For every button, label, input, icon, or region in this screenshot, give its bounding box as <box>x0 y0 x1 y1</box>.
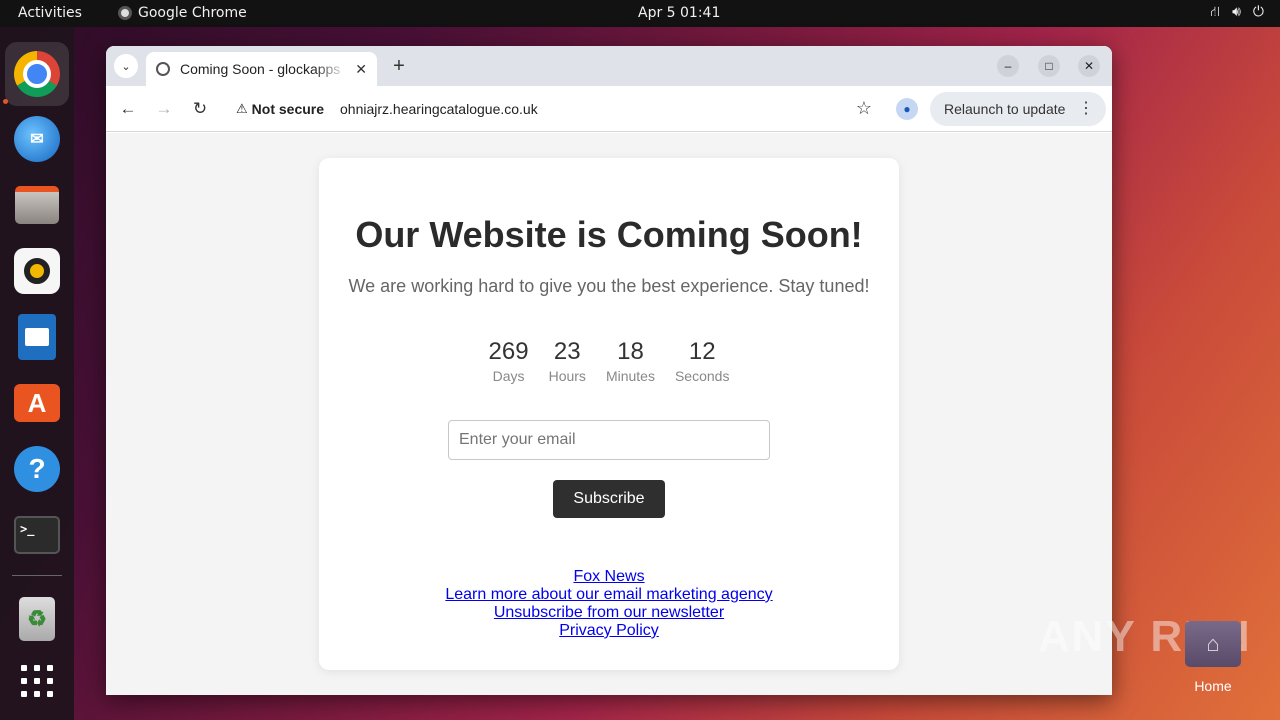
back-button[interactable]: ← <box>116 97 140 121</box>
help-icon: ? <box>14 446 60 492</box>
writer-icon <box>18 314 56 360</box>
trash-icon: ♻ <box>19 597 55 641</box>
new-tab-button[interactable]: + <box>387 54 411 78</box>
clock[interactable]: Apr 5 01:41 <box>638 5 720 21</box>
close-window-button[interactable]: ✕ <box>1078 55 1100 77</box>
show-apps-button[interactable] <box>5 649 69 713</box>
reload-icon: ↻ <box>192 99 208 118</box>
agency-link[interactable]: Learn more about our email marketing age… <box>445 586 772 604</box>
page-subtitle: We are working hard to give you the best… <box>348 276 870 296</box>
footer-links: Fox News Learn more about our email mark… <box>319 568 899 640</box>
bookmark-star-icon[interactable]: ☆ <box>856 98 872 119</box>
dock-files[interactable] <box>5 173 69 237</box>
dock-chrome[interactable] <box>5 42 69 106</box>
globe-icon <box>156 62 170 76</box>
reload-button[interactable]: ↻ <box>188 97 212 121</box>
app-center-icon: A <box>14 384 60 422</box>
countdown-minutes: 18 Minutes <box>606 338 655 384</box>
url-text[interactable]: ohniajrz.hearingcatalogue.co.uk <box>340 101 538 117</box>
grid-icon <box>21 665 53 697</box>
top-bar: Activities Google Chrome Apr 5 01:41 ⛙ 🔊… <box>0 0 1280 27</box>
chrome-window: ⌄ Coming Soon - glockapps ✕ + – □ ✕ ← → … <box>106 46 1112 695</box>
dock-app-center[interactable]: A <box>5 371 69 435</box>
subscribe-button[interactable]: Subscribe <box>553 480 665 518</box>
chrome-small-icon <box>118 6 132 20</box>
countdown-value: 23 <box>553 338 581 365</box>
countdown-label: Seconds <box>674 368 730 384</box>
countdown-label: Days <box>492 368 525 384</box>
unsubscribe-link[interactable]: Unsubscribe from our newsletter <box>494 604 724 622</box>
menu-dots-icon[interactable]: ⋮ <box>1078 98 1094 118</box>
dock-rhythmbox[interactable] <box>5 239 69 303</box>
activities-button[interactable]: Activities <box>18 5 82 21</box>
dock-terminal[interactable]: >_ <box>5 503 69 567</box>
system-tray[interactable]: ⛙ 🔊︎ ⏻ <box>1210 4 1264 22</box>
countdown-value: 12 <box>688 338 716 365</box>
dock-help[interactable]: ? <box>5 437 69 501</box>
power-icon: ⏻ <box>1252 4 1264 20</box>
warning-icon: ⚠ <box>236 101 248 116</box>
minimize-button[interactable]: – <box>997 55 1019 77</box>
page-viewport: Our Website is Coming Soon! We are worki… <box>106 133 1112 695</box>
app-name: Google Chrome <box>138 5 247 21</box>
countdown-days: 269 Days <box>489 338 529 384</box>
countdown-seconds: 12 Seconds <box>675 338 729 384</box>
home-label: Home <box>1194 678 1232 694</box>
maximize-button[interactable]: □ <box>1038 55 1060 77</box>
relaunch-button[interactable]: Relaunch to update ⋮ <box>930 92 1106 126</box>
network-icon: ⛙ <box>1210 4 1221 20</box>
arrow-right-icon: → <box>155 99 173 118</box>
tab-active[interactable]: Coming Soon - glockapps ✕ <box>146 52 377 86</box>
tab-search-button[interactable]: ⌄ <box>114 54 138 78</box>
dock-writer[interactable] <box>5 305 69 369</box>
fox-news-link[interactable]: Fox News <box>573 568 644 586</box>
rhythmbox-icon <box>14 248 60 294</box>
security-label[interactable]: Not secure <box>252 101 324 117</box>
dock-separator <box>12 575 62 576</box>
app-menu[interactable]: Google Chrome <box>118 5 247 21</box>
countdown-label: Minutes <box>605 368 655 384</box>
privacy-policy-link[interactable]: Privacy Policy <box>559 622 659 640</box>
countdown-label: Hours <box>548 368 586 384</box>
chrome-icon <box>14 51 60 97</box>
profile-icon[interactable]: ● <box>896 98 918 120</box>
countdown-hours: 23 Hours <box>549 338 586 384</box>
countdown: 269 Days 23 Hours 18 Minutes 12 Seconds <box>319 338 899 384</box>
arrow-left-icon: ← <box>119 99 137 118</box>
page-title: Our Website is Coming Soon! <box>355 214 863 255</box>
dock-trash[interactable]: ♻ <box>5 587 69 651</box>
thunderbird-icon: ✉ <box>14 116 60 162</box>
browser-toolbar: ← → ↻ ⚠ Not secure ohniajrz.hearingcatal… <box>106 86 1112 132</box>
email-field[interactable] <box>448 420 770 460</box>
chevron-down-icon: ⌄ <box>121 60 131 73</box>
tab-title: Coming Soon - glockapps <box>180 61 341 77</box>
close-tab-icon[interactable]: ✕ <box>355 61 367 78</box>
coming-soon-card: Our Website is Coming Soon! We are worki… <box>319 158 899 670</box>
files-icon <box>15 186 59 224</box>
terminal-icon: >_ <box>14 516 60 554</box>
volume-icon: 🔊︎ <box>1232 4 1241 20</box>
countdown-value: 269 <box>488 338 529 365</box>
home-folder-icon[interactable]: ⌂ <box>1185 621 1241 667</box>
relaunch-label: Relaunch to update <box>944 101 1066 117</box>
address-bar[interactable]: ⚠ Not secure ohniajrz.hearingcatalogue.c… <box>226 91 880 127</box>
dock-thunderbird[interactable]: ✉ <box>5 107 69 171</box>
dock: ✉ A ? >_ ♻ <box>0 27 74 720</box>
forward-button[interactable]: → <box>152 97 176 121</box>
tab-strip: ⌄ Coming Soon - glockapps ✕ + – □ ✕ <box>106 46 1112 86</box>
countdown-value: 18 <box>617 338 644 365</box>
